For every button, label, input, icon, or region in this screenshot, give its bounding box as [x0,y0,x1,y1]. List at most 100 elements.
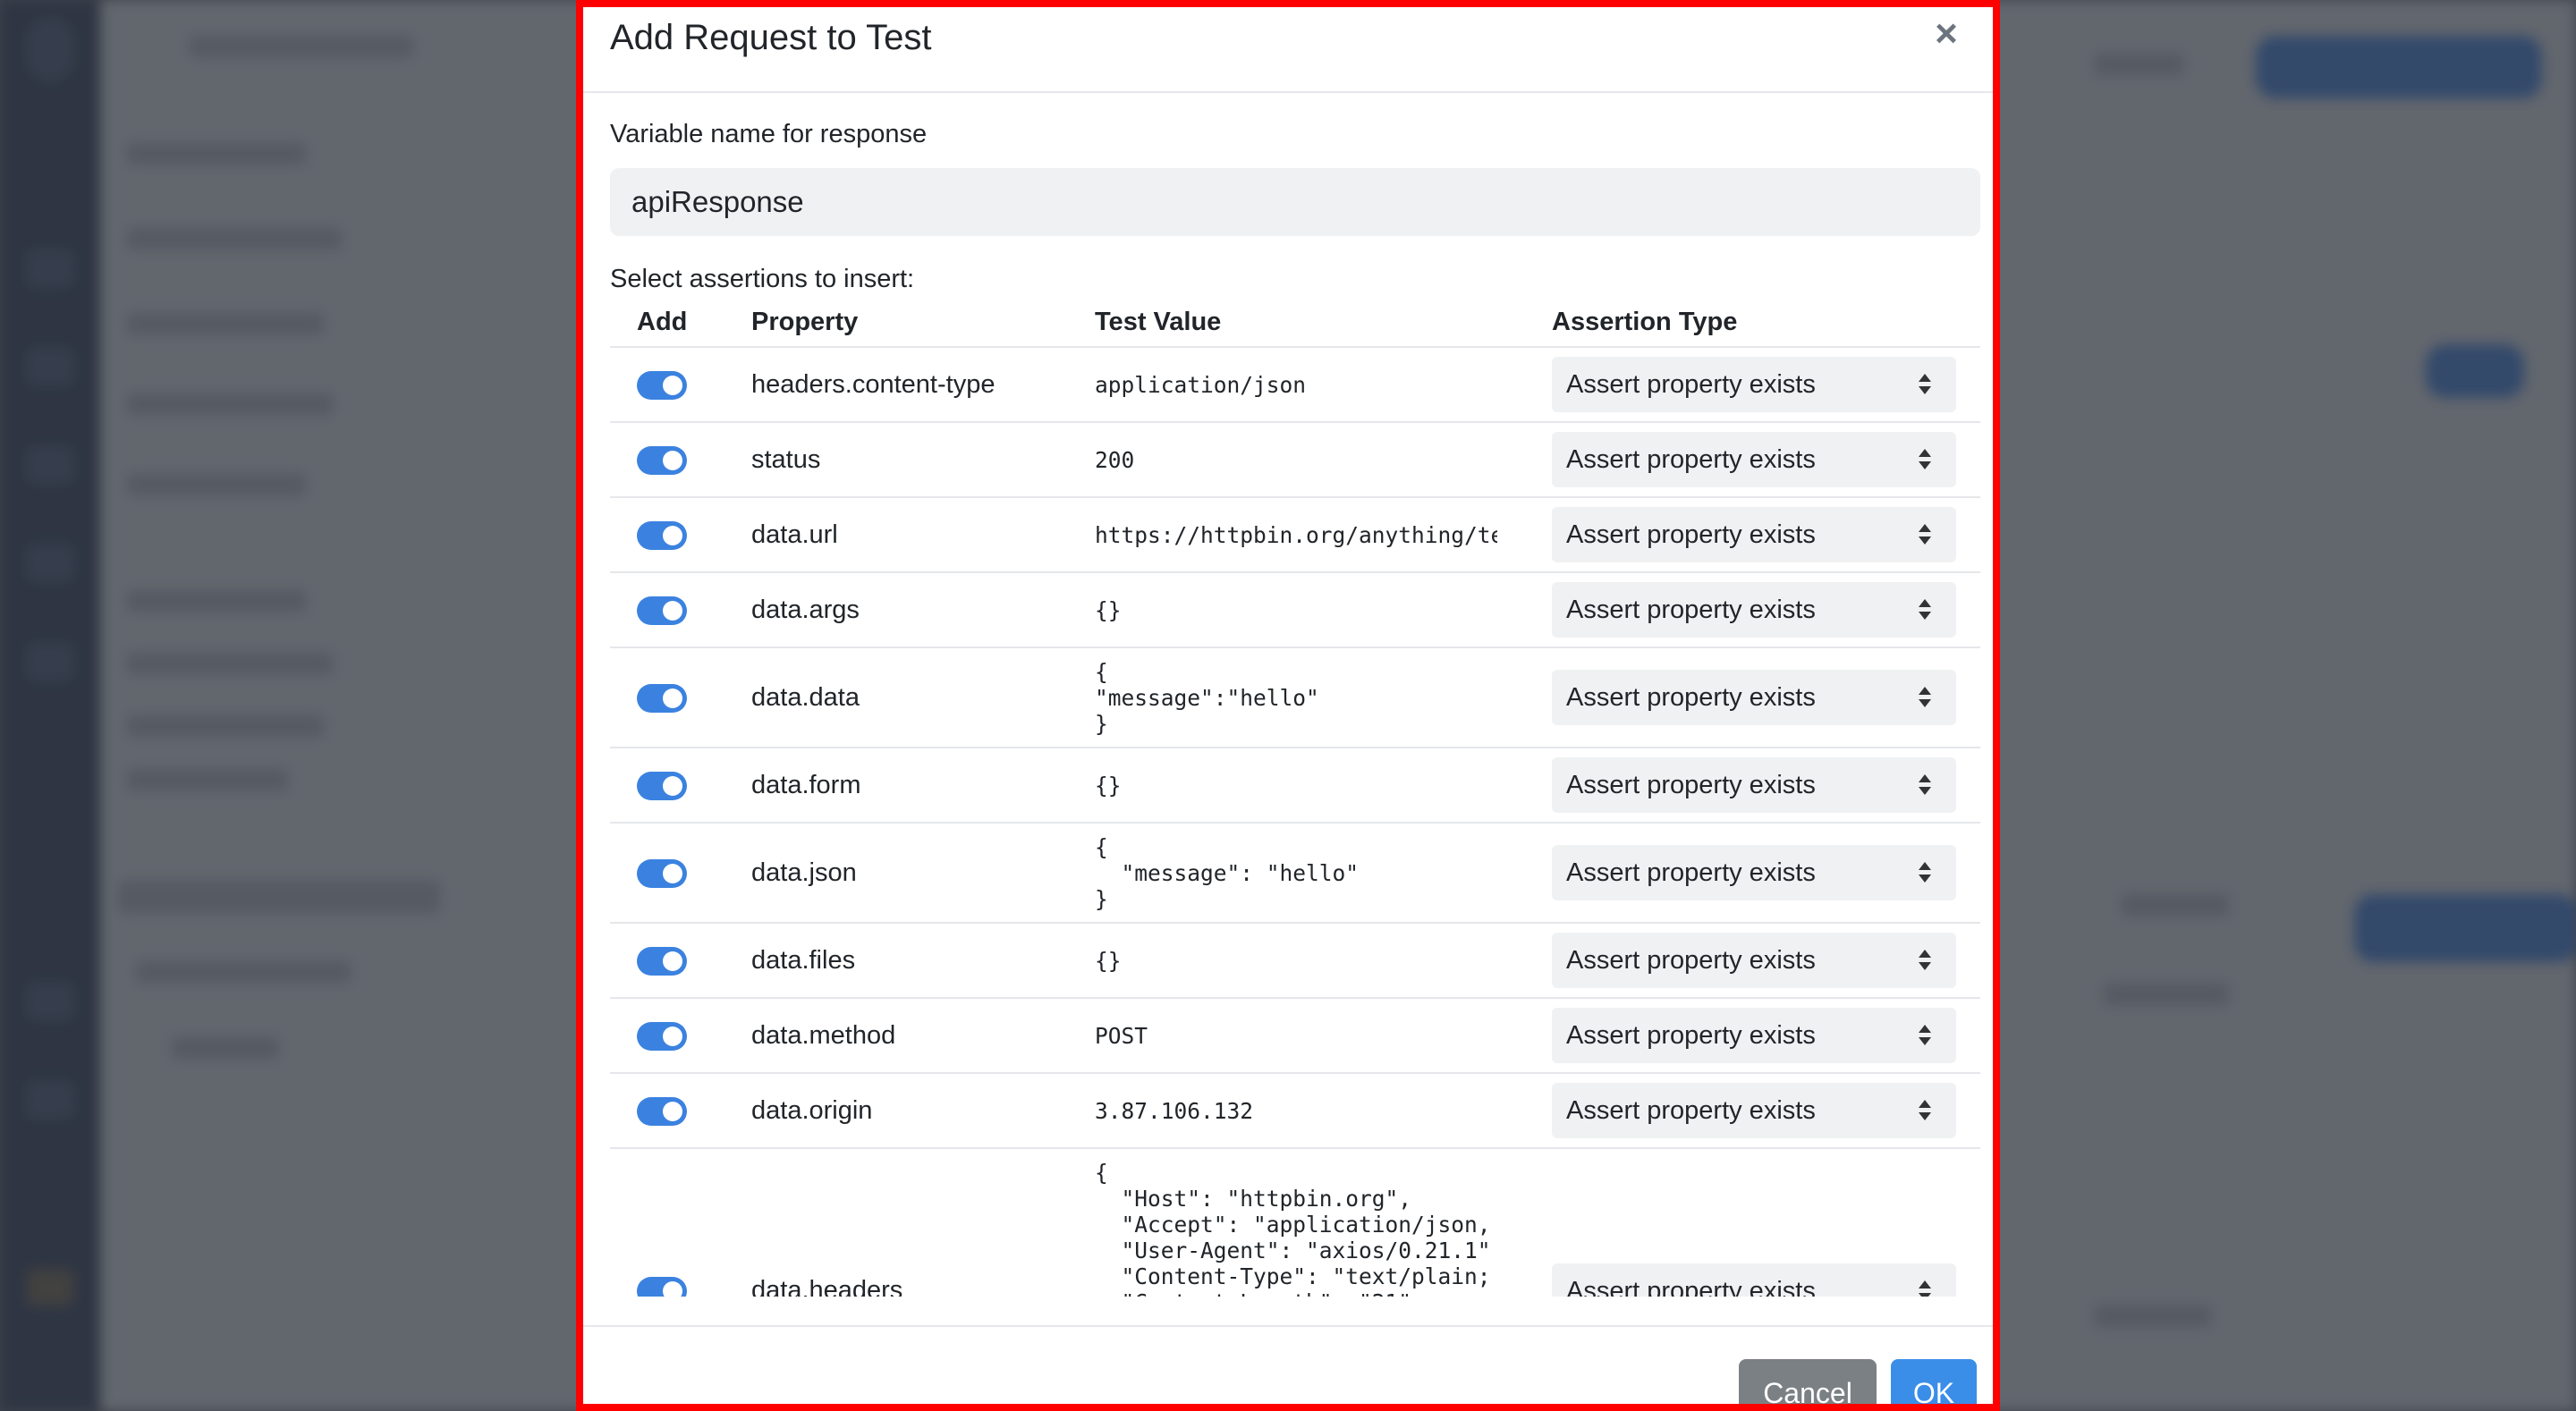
add-cell [610,571,751,647]
assertion-type-value: Assert property exists [1566,771,1816,799]
assertion-type-cell: Assert property exists [1552,997,1980,1073]
assertions-table: Add Property Test Value Assertion Type h… [610,299,1980,1297]
test-value-cell: https://httpbin.org/anything/te [1095,496,1552,572]
property-cell: data.method [751,997,1095,1073]
table-row: data.url https://httpbin.org/anything/te A… [610,496,1980,572]
assertion-type-select[interactable]: Assert property exists [1552,357,1956,412]
add-cell [610,1147,751,1297]
assertion-type-value: Assert property exists [1566,520,1816,549]
assertion-type-cell: Assert property exists [1552,346,1980,422]
property-name: data.data [751,682,860,712]
add-assertion-toggle[interactable] [637,683,687,713]
table-row: status 200 Assert property exists [610,421,1980,497]
property-name: data.origin [751,1095,873,1125]
add-assertion-toggle[interactable] [637,771,687,800]
assertion-type-value: Assert property exists [1566,596,1816,624]
property-cell: data.form [751,747,1095,823]
add-cell [610,822,751,923]
test-value: { "Host": "httpbin.org", "Accept": "appl… [1095,1160,1491,1297]
assertion-type-value: Assert property exists [1566,858,1816,887]
assertion-type-select[interactable]: Assert property exists [1552,432,1956,487]
test-value: https://httpbin.org/anything/te [1095,521,1497,548]
add-assertion-toggle[interactable] [637,946,687,976]
add-cell [610,421,751,497]
assertion-type-value: Assert property exists [1566,1096,1816,1125]
assertion-type-cell: Assert property exists [1552,571,1980,647]
test-value-cell: {} [1095,922,1552,998]
test-value-cell: { "message": "hello" } [1095,822,1552,923]
assertion-type-select[interactable]: Assert property exists [1552,757,1956,813]
assertion-type-cell: Assert property exists [1552,646,1980,748]
caret-updown-icon [1919,950,1931,971]
modal-header: Add Request to Test × [583,7,1993,93]
caret-updown-icon [1919,599,1931,621]
assertion-type-select[interactable]: Assert property exists [1552,1008,1956,1063]
assertion-type-cell: Assert property exists [1552,922,1980,998]
ok-button[interactable]: OK [1891,1359,1977,1404]
test-value: { "message": "hello" } [1095,833,1360,912]
table-row: data.form {} Assert property exists [610,747,1980,823]
caret-updown-icon [1919,862,1931,883]
add-assertion-toggle[interactable] [637,1021,687,1051]
assertion-type-value: Assert property exists [1566,445,1816,474]
column-header-assertion-type: Assertion Type [1552,308,1738,336]
caret-updown-icon [1919,1100,1931,1121]
add-cell [610,1072,751,1148]
table-row: data.origin 3.87.106.132 Assert property e… [610,1072,1980,1148]
add-cell [610,496,751,572]
test-value: {} [1095,596,1122,623]
assertion-type-select[interactable]: Assert property exists [1552,845,1956,900]
property-name: data.args [751,595,860,624]
add-assertion-toggle[interactable] [637,1096,687,1126]
assertion-type-select[interactable]: Assert property exists [1552,582,1956,638]
add-cell [610,997,751,1073]
test-value-cell: 200 [1095,421,1552,497]
property-cell: data.json [751,822,1095,923]
assertions-table-container[interactable]: Add Property Test Value Assertion Type h… [610,299,1980,1297]
assertion-type-value: Assert property exists [1566,683,1816,712]
add-assertion-toggle[interactable] [637,1277,687,1297]
property-cell: status [751,421,1095,497]
assertion-type-select[interactable]: Assert property exists [1552,507,1956,562]
assertion-type-select[interactable]: Assert property exists [1552,933,1956,988]
add-assertion-toggle[interactable] [637,596,687,625]
column-header-test-value: Test Value [1095,308,1222,336]
test-value-cell: { "Host": "httpbin.org", "Accept": "appl… [1095,1147,1552,1297]
test-value-cell: {} [1095,747,1552,823]
modal-title: Add Request to Test [610,18,932,57]
table-header-row: Add Property Test Value Assertion Type [610,299,1980,347]
table-row: data.headers { "Host": "httpbin.org", "Ac… [610,1147,1980,1297]
variable-name-label: Variable name for response [610,120,928,148]
property-name: data.url [751,520,838,549]
property-cell: data.data [751,646,1095,748]
add-cell [610,646,751,748]
column-header-add: Add [637,308,688,336]
assertion-type-value: Assert property exists [1566,1021,1816,1050]
caret-updown-icon [1919,524,1931,545]
add-assertion-toggle[interactable] [637,445,687,475]
property-name: data.method [751,1020,896,1050]
property-cell: data.args [751,571,1095,647]
table-row: data.data { "message":"hello" } Assert pro… [610,646,1980,748]
assertion-type-value: Assert property exists [1566,370,1816,399]
add-assertion-toggle[interactable] [637,370,687,400]
close-icon[interactable]: × [1927,14,1966,54]
add-assertion-toggle[interactable] [637,520,687,550]
cancel-button[interactable]: Cancel [1739,1359,1877,1404]
test-value: 3.87.106.132 [1095,1097,1254,1124]
assertion-type-select[interactable]: Assert property exists [1552,670,1956,725]
assertion-type-cell: Assert property exists [1552,1072,1980,1148]
property-name: status [751,444,821,474]
add-assertion-toggle[interactable] [637,858,687,888]
assertion-type-cell: Assert property exists [1552,1147,1980,1297]
caret-updown-icon [1919,449,1931,470]
property-name: data.json [751,858,857,887]
property-cell: data.url [751,496,1095,572]
test-value: application/json [1095,371,1307,398]
property-name: headers.content-type [751,369,996,399]
test-value-cell: 3.87.106.132 [1095,1072,1552,1148]
assertion-type-select[interactable]: Assert property exists [1552,1083,1956,1138]
assertion-type-select[interactable]: Assert property exists [1552,1263,1956,1297]
variable-name-input[interactable] [610,168,1980,236]
add-request-modal: Add Request to Test × Variable name for … [576,0,2000,1411]
